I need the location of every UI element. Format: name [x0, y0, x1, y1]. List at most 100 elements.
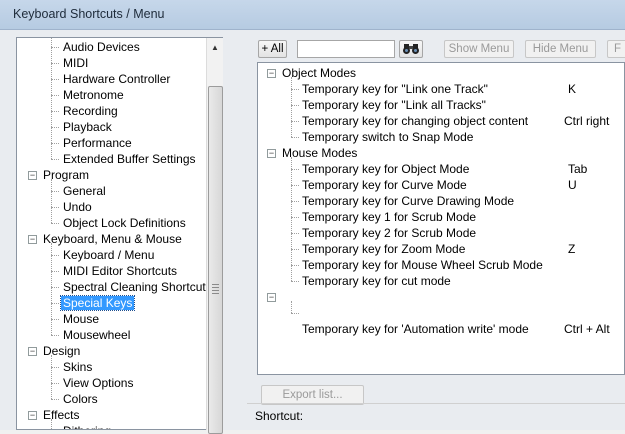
- tree-item-label: Design: [43, 344, 81, 358]
- scrollbar-thumb[interactable]: [208, 86, 223, 434]
- tree-connector: [51, 355, 52, 399]
- shortcut-action-label: Temporary key for Object Mode: [302, 162, 470, 176]
- shortcut-key: U: [568, 178, 577, 192]
- tree-connector: [291, 217, 299, 218]
- shortcut-row[interactable]: Temporary switch to Snap Mode: [302, 129, 622, 145]
- tree-item[interactable]: View Options: [61, 375, 135, 391]
- tree-item-label: Program: [43, 168, 90, 182]
- special-keys-list[interactable]: − Object Modes Temporary key for "Link one…: [257, 62, 625, 375]
- tree-item[interactable]: Metronome: [61, 87, 126, 103]
- expand-all-button[interactable]: + All: [258, 40, 287, 58]
- shortcut-row[interactable]: Temporary key for Object Mode Tab: [302, 161, 622, 177]
- tree-item-label: Keyboard / Menu: [63, 248, 155, 262]
- tree-item[interactable]: Extended Buffer Settings: [61, 151, 198, 167]
- group-header[interactable]: Object Modes: [282, 65, 356, 81]
- tree-connector: [291, 169, 299, 170]
- tree-item-label: General: [63, 184, 106, 198]
- tree-item[interactable]: Mouse: [61, 311, 101, 327]
- tree-item-label: Colors: [63, 392, 98, 406]
- tree-connector: [51, 303, 59, 304]
- group-header[interactable]: Mouse Modes: [282, 145, 357, 161]
- shortcut-action-label: Temporary key 1 for Scrub Mode: [302, 210, 477, 224]
- export-list-button[interactable]: Export list...: [261, 385, 364, 405]
- shortcut-action-label: Temporary key for Zoom Mode: [302, 242, 466, 256]
- tree-item[interactable]: Colors: [61, 391, 100, 407]
- tree-item[interactable]: Spectral Cleaning Shortcuts: [61, 279, 214, 295]
- tree-item[interactable]: Audio Devices: [61, 39, 142, 55]
- tree-item[interactable]: Dithering: [61, 423, 113, 429]
- find-button[interactable]: [399, 40, 423, 58]
- tree-item[interactable]: Object Lock Definitions: [61, 215, 188, 231]
- shortcut-row[interactable]: Temporary key for 'Automation write' mod…: [302, 321, 622, 337]
- tree-item[interactable]: Effects: [41, 407, 81, 423]
- tree-connector: [291, 89, 299, 90]
- tree-item[interactable]: Performance: [61, 135, 134, 151]
- shortcut-row[interactable]: Temporary key for Mouse Wheel Scrub Mode: [302, 257, 622, 273]
- tree-connector: [51, 419, 52, 429]
- tree-item-label: Performance: [63, 136, 132, 150]
- tree-item[interactable]: Undo: [61, 199, 94, 215]
- tree-item-label: Playback: [63, 120, 112, 134]
- search-input[interactable]: [297, 40, 395, 58]
- tree-item[interactable]: Recording: [61, 103, 120, 119]
- settings-tree[interactable]: Audio Devices MIDI Hardware Controller Metr…: [16, 37, 223, 430]
- binoculars-icon: [403, 44, 419, 54]
- tree-connector: [51, 47, 59, 48]
- collapse-icon[interactable]: −: [28, 347, 37, 356]
- tree-connector: [51, 255, 59, 256]
- tree-item-label: Keyboard, Menu & Mouse: [43, 232, 182, 246]
- collapse-icon[interactable]: −: [28, 171, 37, 180]
- tree-item[interactable]: General: [61, 183, 108, 199]
- shortcut-row[interactable]: Temporary key 2 for Scrub Mode: [302, 225, 622, 241]
- show-menu-button[interactable]: Show Menu: [444, 40, 514, 58]
- shortcut-row[interactable]: Temporary key for Curve Mode U: [302, 177, 622, 193]
- tree-connector: [291, 121, 299, 122]
- tree-connector: [51, 223, 59, 224]
- shortcut-row[interactable]: Temporary key for "Link all Tracks": [302, 97, 622, 113]
- tree-connector: [51, 79, 59, 80]
- tree-item[interactable]: Keyboard / Menu: [61, 247, 156, 263]
- tree-connector: [291, 137, 299, 138]
- hide-menu-button[interactable]: Hide Menu: [525, 40, 596, 58]
- tree-connector: [51, 399, 59, 400]
- tree-item[interactable]: MIDI: [61, 55, 90, 71]
- tree-item[interactable]: Playback: [61, 119, 114, 135]
- tree-item[interactable]: Special Keys: [59, 295, 136, 311]
- shortcut-row[interactable]: Temporary key for cut mode: [302, 273, 622, 289]
- collapse-icon[interactable]: −: [28, 235, 37, 244]
- tree-item[interactable]: Design: [41, 343, 82, 359]
- shortcut-key: Ctrl + Alt: [564, 322, 610, 336]
- tree-item-label: Special Keys: [59, 295, 136, 311]
- shortcut-row[interactable]: Temporary key for changing object conten…: [302, 113, 622, 129]
- tree-scrollbar[interactable]: ▲: [206, 38, 223, 434]
- tree-item[interactable]: Hardware Controller: [61, 71, 172, 87]
- tree-item[interactable]: Program: [41, 167, 91, 183]
- shortcut-row[interactable]: Temporary key for Curve Drawing Mode: [302, 193, 622, 209]
- tree-connector: [51, 243, 52, 335]
- scroll-up-arrow-icon[interactable]: ▲: [207, 40, 223, 56]
- tree-item[interactable]: MIDI Editor Shortcuts: [61, 263, 179, 279]
- shortcut-action-label: Temporary key for Curve Drawing Mode: [302, 194, 515, 208]
- tree-connector: [51, 143, 59, 144]
- tree-connector: [51, 367, 59, 368]
- tree-connector: [51, 207, 59, 208]
- shortcut-row[interactable]: Temporary key 1 for Scrub Mode: [302, 209, 622, 225]
- tree-item[interactable]: Mousewheel: [61, 327, 132, 343]
- tree-item[interactable]: Skins: [61, 359, 94, 375]
- shortcut-label: Shortcut:: [255, 409, 304, 423]
- shortcut-action-label: Temporary key 2 for Scrub Mode: [302, 226, 477, 240]
- tree-item[interactable]: Keyboard, Menu & Mouse: [41, 231, 184, 247]
- collapse-icon[interactable]: −: [267, 69, 276, 78]
- shortcut-action-label: Temporary key for "Link one Track": [302, 82, 488, 96]
- shortcut-action-label: Temporary key for changing object conten…: [302, 114, 529, 128]
- tree-item-label: Object Lock Definitions: [63, 216, 186, 230]
- collapse-icon[interactable]: −: [267, 293, 276, 302]
- toolbar-overflow-button[interactable]: F: [607, 40, 625, 58]
- collapse-icon[interactable]: −: [267, 149, 276, 158]
- shortcut-row[interactable]: Temporary key for Zoom Mode Z: [302, 241, 622, 257]
- title-bar[interactable]: Keyboard Shortcuts / Menu: [0, 0, 625, 30]
- shortcut-row[interactable]: Temporary key for "Link one Track" K: [302, 81, 622, 97]
- tree-connector: [51, 335, 59, 336]
- shortcut-key: K: [568, 82, 577, 96]
- collapse-icon[interactable]: −: [28, 411, 37, 420]
